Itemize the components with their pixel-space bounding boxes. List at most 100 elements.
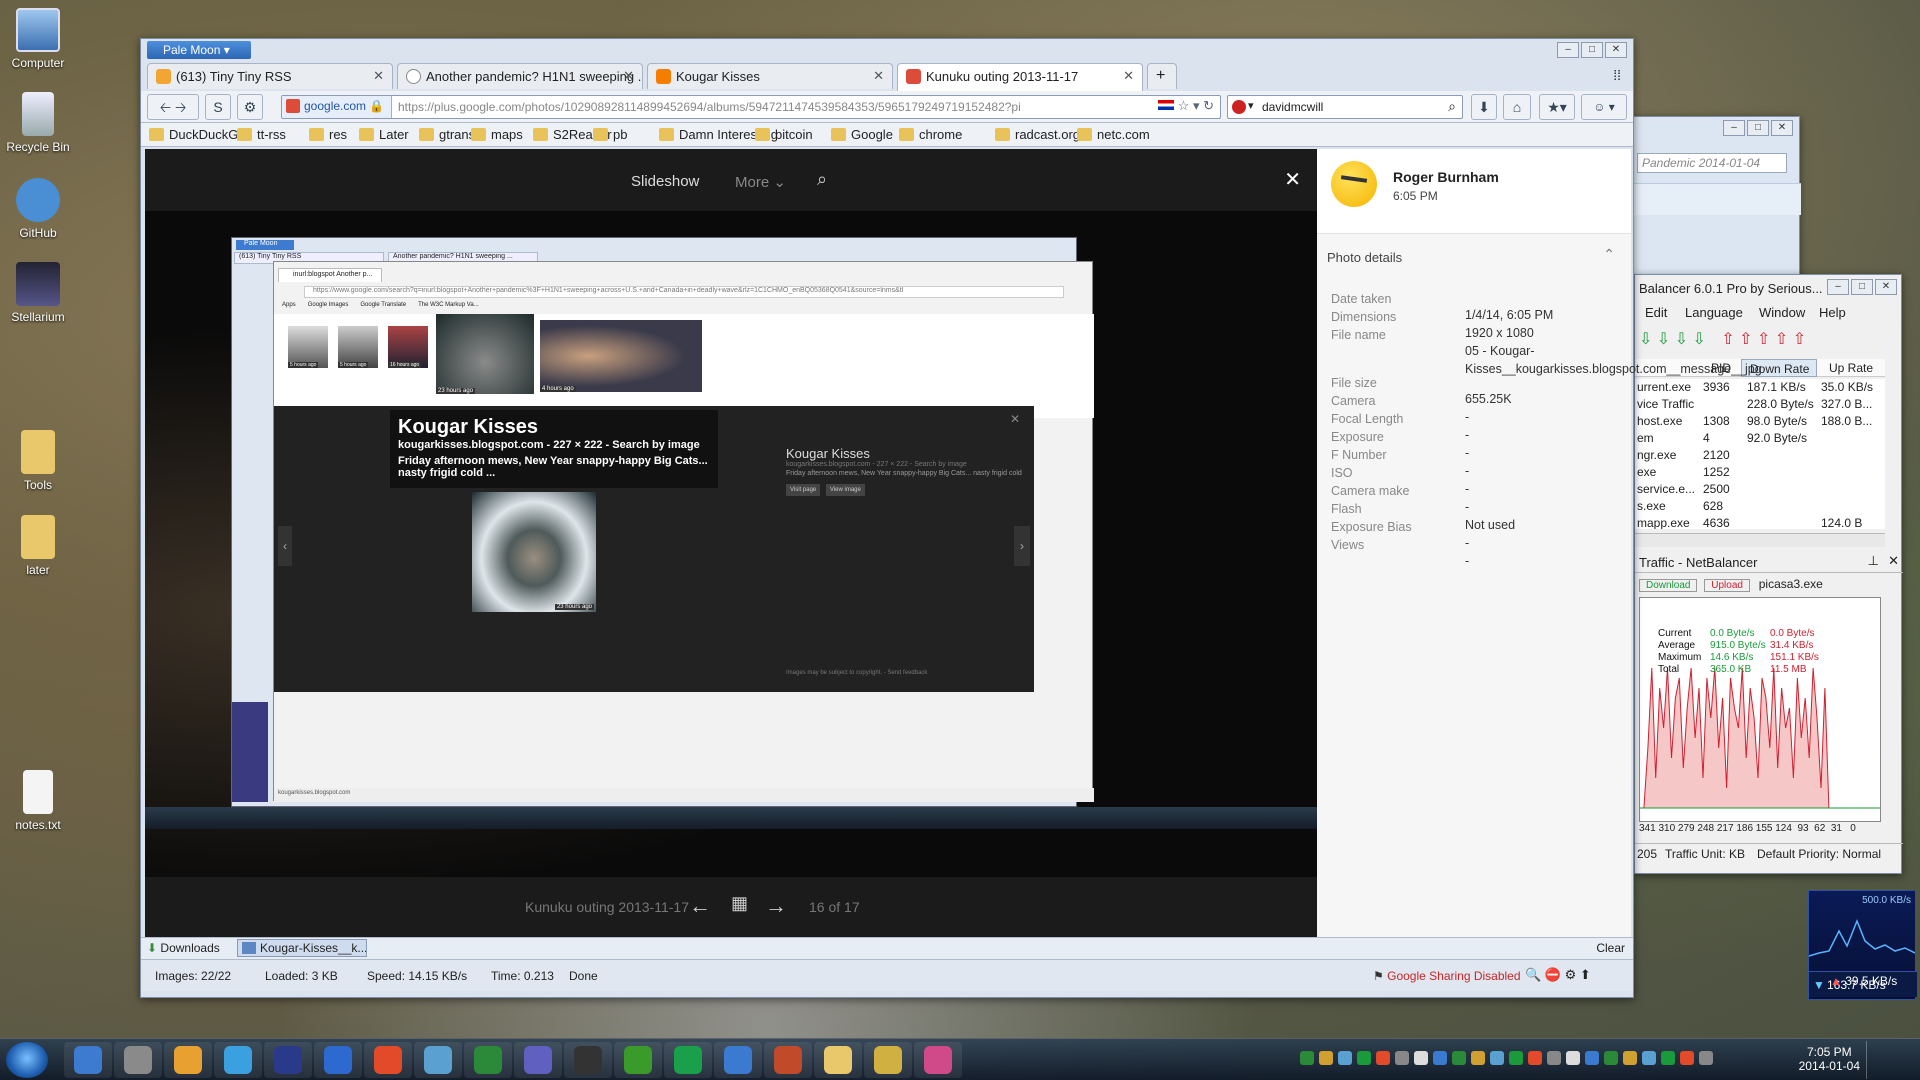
tray-icon[interactable] [1680, 1051, 1694, 1065]
zoom-icon[interactable]: ⌕ [817, 169, 827, 190]
author-name[interactable]: Roger Burnham [1393, 169, 1499, 185]
clear-downloads-button[interactable]: Clear [1596, 941, 1625, 955]
search-icon[interactable]: ⌕ [1448, 98, 1456, 115]
background-explorer-window[interactable]: – □ ✕ Pandemic 2014-01-04 [1630, 116, 1801, 281]
taskbar-app-button[interactable] [714, 1042, 762, 1078]
addon-buttons[interactable]: ☺ ▾ [1581, 94, 1627, 120]
tray-icon[interactable] [1566, 1051, 1580, 1065]
tray-icon[interactable] [1414, 1051, 1428, 1065]
taskbar-app-button[interactable] [64, 1042, 112, 1078]
back-arrow-icon[interactable]: 🡠 [160, 99, 171, 115]
close-panel-icon[interactable]: ✕ [1888, 553, 1899, 569]
dropdown-arrow-icon[interactable]: ▾ [1193, 98, 1200, 113]
search-engine-icon[interactable] [1232, 100, 1246, 114]
close-button[interactable]: ✕ [1875, 279, 1897, 295]
taskbar-app-button[interactable] [314, 1042, 362, 1078]
taskbar-app-button[interactable] [464, 1042, 512, 1078]
desktop-icon-stellarium[interactable]: Stellarium [0, 262, 76, 324]
more-menu[interactable]: More ⌄ [735, 173, 786, 191]
desktop-icon-computer[interactable]: Computer [0, 8, 76, 70]
close-tab-icon[interactable]: ✕ [623, 68, 634, 84]
bookmark-item[interactable]: tt-rss [237, 127, 286, 142]
taskbar-app-button[interactable] [664, 1042, 712, 1078]
close-tab-icon[interactable]: ✕ [373, 68, 384, 84]
minimize-button[interactable]: – [1827, 279, 1849, 295]
tab-list-icon[interactable]: ⁞⁞ [1613, 67, 1621, 83]
close-button[interactable]: ✕ [1771, 120, 1793, 136]
bookmark-item[interactable]: chrome [899, 127, 962, 142]
tray-icon[interactable] [1300, 1051, 1314, 1065]
close-tab-icon[interactable]: ✕ [1123, 68, 1134, 84]
pale-moon-browser-window[interactable]: Pale Moon ▾ – □ ✕ (613) Tiny Tiny RSS ✕ Ano… [140, 38, 1762, 998]
downloads-label[interactable]: ⬇ Downloads [147, 941, 220, 955]
next-photo-icon[interactable]: → [765, 893, 787, 919]
taskbar-app-button[interactable] [764, 1042, 812, 1078]
taskbar-app-button[interactable] [214, 1042, 262, 1078]
desktop-icon-notes[interactable]: notes.txt [0, 770, 76, 832]
bookmark-item[interactable]: gtrans [419, 127, 475, 142]
tray-icon[interactable] [1395, 1051, 1409, 1065]
new-tab-button[interactable]: + [1147, 63, 1177, 89]
menu-help[interactable]: Help [1819, 305, 1846, 320]
show-desktop-button[interactable] [1866, 1041, 1906, 1079]
tray-icon[interactable] [1585, 1051, 1599, 1065]
download-item[interactable]: Kougar-Kisses__k... [237, 939, 367, 957]
site-identity[interactable]: google.com 🔒 [282, 96, 392, 118]
tray-icon[interactable] [1490, 1051, 1504, 1065]
tray-icon[interactable] [1338, 1051, 1352, 1065]
maximize-button[interactable]: □ [1851, 279, 1873, 295]
tray-icon[interactable] [1319, 1051, 1333, 1065]
tray-icon[interactable] [1376, 1051, 1390, 1065]
bookmark-item[interactable]: Google [831, 127, 893, 142]
tray-icon[interactable] [1547, 1051, 1561, 1065]
taskbar-app-button[interactable] [514, 1042, 562, 1078]
back-forward-buttons[interactable]: 🡠 🡢 [147, 94, 199, 120]
bookmark-item[interactable]: maps [471, 127, 523, 142]
menu-window[interactable]: Window [1759, 305, 1805, 320]
desktop-icon-later[interactable]: later [0, 515, 76, 577]
reload-icon[interactable]: ↻ [1203, 98, 1214, 113]
taskbar-app-button[interactable] [814, 1042, 862, 1078]
taskbar-app-button[interactable] [114, 1042, 162, 1078]
collapse-icon[interactable]: ⌃ [1603, 246, 1615, 263]
close-tab-icon[interactable]: ✕ [873, 68, 884, 84]
bookmark-star-icon[interactable]: ☆ [1178, 98, 1190, 113]
column-up-rate[interactable]: Up Rate [1821, 361, 1873, 375]
bookmark-item[interactable]: Later [359, 127, 409, 142]
tray-icon[interactable] [1623, 1051, 1637, 1065]
bookmark-item[interactable]: pb [593, 127, 627, 142]
search-box[interactable]: ▾ davidmcwill ⌕ [1227, 95, 1463, 119]
dropdown-arrow-icon[interactable]: ▾ [1248, 99, 1254, 112]
desktop-icon-tools[interactable]: Tools [0, 430, 76, 492]
desktop-icon-github[interactable]: GitHub [0, 178, 76, 240]
taskbar-app-button[interactable] [914, 1042, 962, 1078]
taskbar-app-button[interactable] [414, 1042, 462, 1078]
tray-icon[interactable] [1528, 1051, 1542, 1065]
tray-icon[interactable] [1357, 1051, 1371, 1065]
bookmarks-menu-button[interactable]: ★▾ [1539, 94, 1575, 120]
home-button[interactable]: ⌂ [1503, 94, 1531, 120]
tray-icon[interactable] [1699, 1051, 1713, 1065]
tray-icon[interactable] [1471, 1051, 1485, 1065]
tab-tiny-rss[interactable]: (613) Tiny Tiny RSS ✕ [147, 63, 393, 89]
tab-kougar-kisses[interactable]: Kougar Kisses ✕ [647, 63, 893, 89]
tab-pandemic[interactable]: Another pandemic? H1N1 sweeping ... ✕ [397, 63, 643, 89]
tray-icon[interactable] [1509, 1051, 1523, 1065]
extension-button[interactable]: ⚙ [237, 94, 263, 120]
s-extension-button[interactable]: S [205, 94, 231, 120]
album-title[interactable]: Kunuku outing 2013-11-17 [525, 899, 689, 915]
url-text[interactable]: https://plus.google.com/photos/102908928… [398, 100, 1098, 114]
bookmark-item[interactable]: netc.com [1077, 127, 1150, 142]
tray-icon[interactable] [1452, 1051, 1466, 1065]
desktop-icon-recycle-bin[interactable]: Recycle Bin [0, 92, 76, 154]
process-table-scrollbar[interactable] [1635, 533, 1885, 547]
bookmark-item[interactable]: radcast.org [995, 127, 1080, 142]
bookmark-item[interactable]: bitcoin [755, 127, 813, 142]
grid-view-icon[interactable]: ▦ [731, 893, 748, 914]
bookmark-item[interactable]: res [309, 127, 347, 142]
taskbar-app-button[interactable] [164, 1042, 212, 1078]
google-sharing-status[interactable]: ⚑ Google Sharing Disabled [1373, 969, 1521, 983]
maximize-button[interactable]: □ [1747, 120, 1769, 136]
taskbar-app-button[interactable] [564, 1042, 612, 1078]
tab-kunuku-outing[interactable]: Kunuku outing 2013-11-17 ✕ [897, 63, 1143, 91]
